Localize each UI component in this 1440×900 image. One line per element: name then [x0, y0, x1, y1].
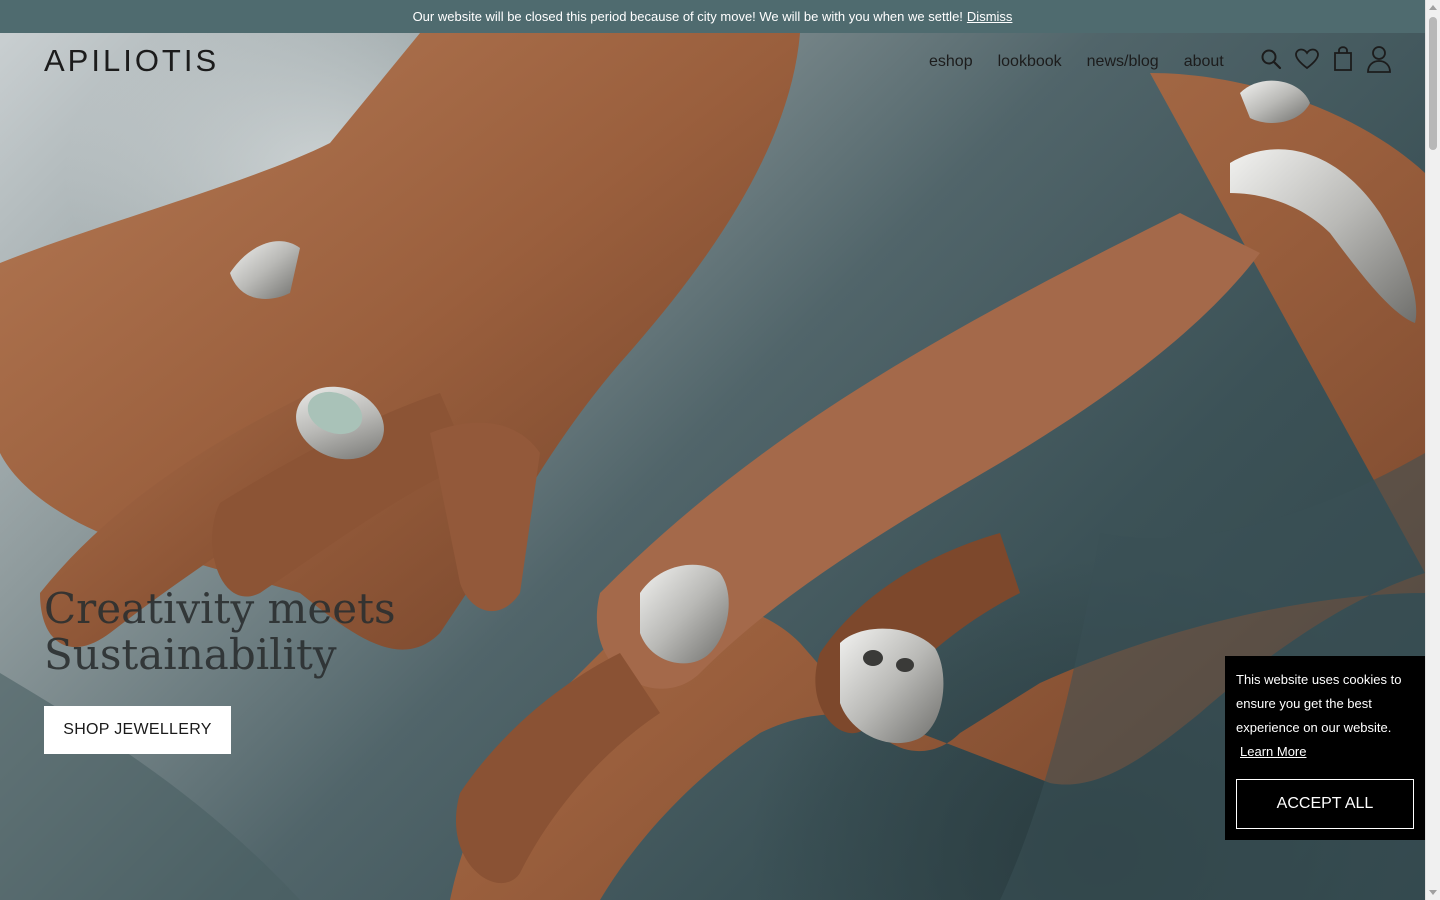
nav-item-about[interactable]: about — [1184, 53, 1224, 71]
site-logo[interactable]: APILIOTIS — [44, 43, 219, 79]
shop-jewellery-button[interactable]: SHOP JEWELLERY — [44, 706, 231, 754]
announcement-bar: Our website will be closed this period b… — [0, 0, 1425, 33]
hero-image — [0, 33, 1425, 900]
scroll-down-arrow-icon[interactable] — [1429, 890, 1437, 895]
nav-item-about-label: about — [1183, 53, 1224, 70]
header-icons — [1258, 45, 1392, 73]
vertical-scrollbar[interactable] — [1425, 0, 1440, 900]
main-nav: eshop lookbook news/blog about — [929, 53, 1249, 71]
learn-more-link[interactable]: Learn More — [1240, 740, 1306, 764]
scroll-up-arrow-icon[interactable] — [1429, 5, 1437, 10]
nav-item-eshop[interactable]: eshop — [929, 53, 973, 71]
hero-title: Creativity meets Sustainability — [44, 586, 396, 678]
hero-title-line-1: Creativity meets — [44, 584, 396, 633]
cookie-banner: This website uses cookies to ensure you … — [1225, 656, 1425, 840]
hands-with-rings-illustration — [0, 33, 1425, 900]
search-icon[interactable] — [1258, 45, 1284, 73]
nav-item-news-blog[interactable]: news/blog — [1087, 53, 1159, 71]
user-icon[interactable] — [1366, 45, 1392, 73]
hero-title-line-2: Sustainability — [44, 630, 337, 679]
dismiss-link[interactable]: Dismiss — [967, 9, 1013, 24]
accept-all-button[interactable]: ACCEPT ALL — [1236, 779, 1414, 829]
page: Our website will be closed this period b… — [0, 0, 1425, 900]
shopping-bag-icon[interactable] — [1330, 45, 1356, 73]
scrollbar-thumb[interactable] — [1429, 17, 1437, 150]
heart-icon[interactable] — [1294, 45, 1320, 73]
site-header: APILIOTIS eshop lookbook news/blog about — [0, 33, 1425, 93]
announcement-text: Our website will be closed this period b… — [412, 9, 963, 24]
cookie-message: This website uses cookies to ensure you … — [1236, 672, 1402, 735]
nav-item-lookbook[interactable]: lookbook — [998, 53, 1062, 71]
